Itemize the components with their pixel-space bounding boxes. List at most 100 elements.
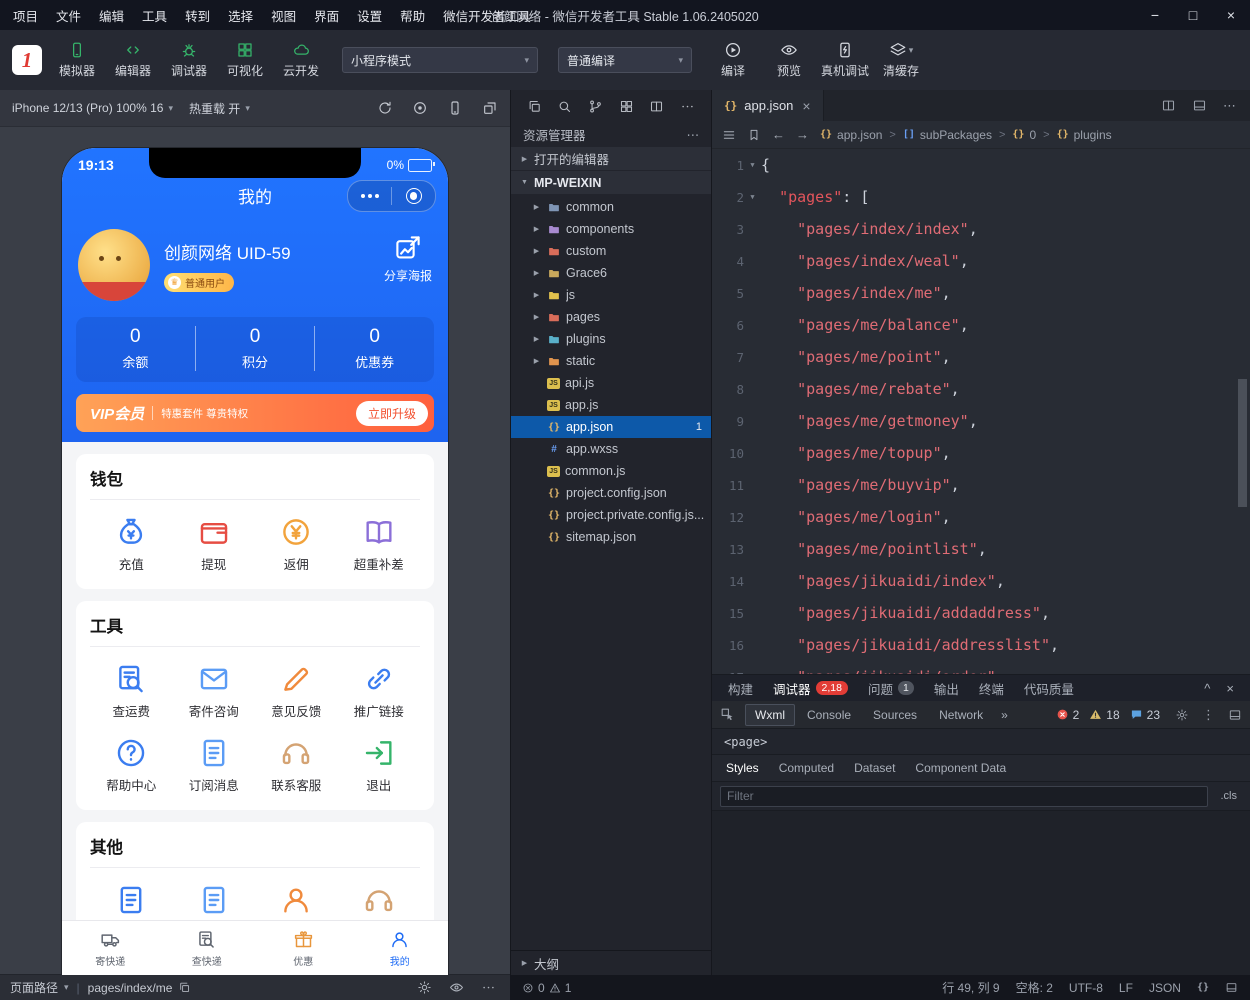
more-icon[interactable]: ⋯ (1223, 98, 1236, 114)
tree-item-js[interactable]: ▶js (511, 284, 711, 306)
code-line-17[interactable]: 17 "pages/jikuaidi/order", (712, 661, 1250, 674)
outline-section[interactable]: ▶ 大纲 (511, 950, 711, 975)
tree-item-components[interactable]: ▶components (511, 218, 711, 240)
close-miniprogram-icon[interactable] (392, 188, 435, 204)
toolbar-button-eye[interactable]: 预览 (762, 38, 816, 82)
debugger-tab-2[interactable]: 问题1 (858, 675, 924, 701)
tree-item-common.js[interactable]: JScommon.js (511, 460, 711, 482)
wxml-dom-node[interactable]: <page> (712, 729, 1250, 754)
code-line-5[interactable]: 5 "pages/index/me", (712, 277, 1250, 309)
dock-icon[interactable] (1192, 98, 1207, 113)
style-filter-input[interactable] (720, 786, 1208, 807)
avatar[interactable] (78, 229, 150, 301)
project-root[interactable]: ▼ MP-WEIXIN (511, 171, 711, 195)
console-count-msgfill[interactable]: 23 (1130, 708, 1160, 722)
branch-icon[interactable] (588, 99, 603, 114)
style-tab-component-data[interactable]: Component Data (915, 761, 1006, 775)
capsule-menu[interactable] (347, 180, 436, 212)
code-line-12[interactable]: 12 "pages/me/login", (712, 501, 1250, 533)
tabbar-item-0[interactable]: 寄快递 (62, 921, 159, 975)
code-line-4[interactable]: 4 "pages/index/weal", (712, 245, 1250, 277)
tree-item-custom[interactable]: ▶custom (511, 240, 711, 262)
grid-item-1-4[interactable]: 帮助中心 (90, 736, 173, 794)
stat-item-2[interactable]: 0优惠券 (314, 326, 434, 371)
tree-item-api.js[interactable]: JSapi.js (511, 372, 711, 394)
eol-setting[interactable]: LF (1119, 981, 1133, 995)
tree-item-static[interactable]: ▶static (511, 350, 711, 372)
record-icon[interactable] (412, 100, 428, 116)
cls-toggle[interactable]: .cls (1216, 790, 1243, 802)
breadcrumb-item-0[interactable]: {}app.json (820, 128, 882, 142)
code-line-7[interactable]: 7 "pages/me/point", (712, 341, 1250, 373)
debugger-tab-3[interactable]: 输出 (924, 675, 969, 701)
code-line-9[interactable]: 9 "pages/me/getmoney", (712, 405, 1250, 437)
grid-item-1-5[interactable]: 订阅消息 (173, 736, 256, 794)
collapse-panel-icon[interactable]: ^ (1204, 681, 1210, 696)
toolbar-button-phonebolt[interactable]: 真机调试 (818, 38, 872, 82)
toolbar-button-code[interactable]: 编辑器 (106, 38, 160, 82)
split-icon[interactable] (1161, 98, 1176, 113)
tree-item-plugins[interactable]: ▶plugins (511, 328, 711, 350)
code-line-16[interactable]: 16 "pages/jikuaidi/addresslist", (712, 629, 1250, 661)
style-tab-computed[interactable]: Computed (779, 761, 834, 775)
toolbar-button-play[interactable]: 编译 (706, 38, 760, 82)
debugger-tab-5[interactable]: 代码质量 (1014, 675, 1084, 701)
page-path-label[interactable]: 页面路径 (10, 979, 58, 996)
grid-icon[interactable] (619, 99, 634, 114)
more-vertical-icon[interactable]: ⋮ (1202, 707, 1215, 723)
code-line-1[interactable]: 1▼{ (712, 149, 1250, 181)
upgrade-button[interactable]: 立即升级 (356, 401, 428, 426)
close-panel-icon[interactable]: × (1226, 681, 1234, 696)
compile-select[interactable]: 普通编译 ▾ (558, 47, 692, 73)
editor-tab-appjson[interactable]: {} app.json × (712, 90, 824, 121)
forward-icon[interactable]: → (796, 127, 809, 142)
tree-item-Grace6[interactable]: ▶Grace6 (511, 262, 711, 284)
debugger-tab-0[interactable]: 构建 (718, 675, 763, 701)
breadcrumb-item-2[interactable]: {}0 (1012, 128, 1036, 142)
code-line-15[interactable]: 15 "pages/jikuaidi/addaddress", (712, 597, 1250, 629)
language-mode[interactable]: JSON (1149, 981, 1181, 995)
menu-item-2[interactable]: 编辑 (90, 0, 133, 30)
grid-item-1-2[interactable]: 意见反馈 (255, 662, 338, 720)
grid-item-2-3[interactable] (338, 883, 421, 917)
stat-item-0[interactable]: 0余额 (76, 326, 195, 371)
maximize-button[interactable]: □ (1174, 0, 1212, 30)
menu-item-0[interactable]: 项目 (4, 0, 47, 30)
menu-item-8[interactable]: 设置 (348, 0, 391, 30)
sun-icon[interactable] (417, 980, 432, 995)
eye-icon[interactable] (449, 980, 464, 995)
grid-item-2-2[interactable] (255, 883, 338, 917)
refresh-icon[interactable] (377, 100, 393, 116)
grid-item-0-2[interactable]: 返佣 (255, 515, 338, 573)
toolbar-button-cloud[interactable]: 云开发 (274, 38, 328, 82)
share-poster-button[interactable]: 分享海报 (384, 233, 432, 284)
search-icon[interactable] (557, 99, 572, 114)
tree-item-app.wxss[interactable]: #app.wxss (511, 438, 711, 460)
menu-item-9[interactable]: 帮助 (391, 0, 434, 30)
stat-item-1[interactable]: 0积分 (195, 326, 315, 371)
devtools-tab-sources[interactable]: Sources (863, 704, 927, 726)
menu-item-7[interactable]: 界面 (305, 0, 348, 30)
devtools-tab-wxml[interactable]: Wxml (745, 704, 795, 726)
menu-item-1[interactable]: 文件 (47, 0, 90, 30)
grid-item-2-0[interactable] (90, 883, 173, 917)
grid-item-1-6[interactable]: 联系客服 (255, 736, 338, 794)
menu-item-3[interactable]: 工具 (133, 0, 176, 30)
breadcrumb-item-1[interactable]: []subPackages (903, 128, 992, 142)
more-menu-icon[interactable] (348, 194, 391, 198)
style-tab-styles[interactable]: Styles (726, 761, 759, 775)
toolbar-button-grid[interactable]: 可视化 (218, 38, 272, 82)
toolbar-button-phone[interactable]: 模拟器 (50, 38, 104, 82)
device-select[interactable]: iPhone 12/13 (Pro) 100% 16 ▾ (12, 101, 173, 115)
code-editor[interactable]: 1▼{2▼ "pages": [3 "pages/index/index",4 … (712, 149, 1250, 674)
panel-layout-icon[interactable] (1225, 981, 1238, 994)
dock-side-icon[interactable] (1228, 708, 1242, 722)
editor-scrollbar[interactable] (1238, 379, 1247, 507)
tree-item-project.private.config.js...[interactable]: {}project.private.config.js... (511, 504, 711, 526)
hot-reload-toggle[interactable]: 热重载 开 ▾ (189, 100, 250, 117)
open-editors-section[interactable]: ▶ 打开的编辑器 (511, 147, 711, 171)
devtools-tab-network[interactable]: Network (929, 704, 993, 726)
grid-item-1-1[interactable]: 寄件咨询 (173, 662, 256, 720)
tabbar-item-1[interactable]: 查快递 (159, 921, 256, 975)
tabbar-item-3[interactable]: 我的 (352, 921, 449, 975)
